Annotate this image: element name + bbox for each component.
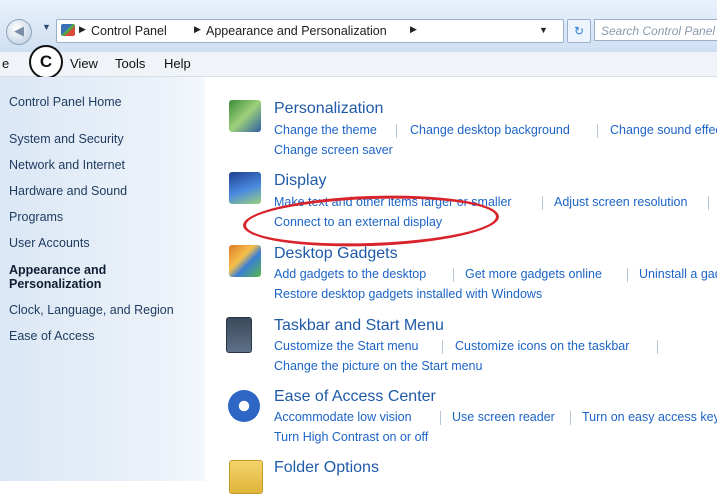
sidebar-active-label-line1: Appearance and xyxy=(9,263,107,277)
address-dropdown-icon[interactable]: ▼ xyxy=(539,25,548,35)
link-divider xyxy=(657,340,658,354)
main-content: Personalization Change the theme Change … xyxy=(206,77,717,494)
menu-bar: e View Tools Help xyxy=(0,52,717,77)
sidebar-item-appearance-personalization[interactable]: Appearance and Personalization xyxy=(9,263,106,291)
gadgets-icon xyxy=(229,245,261,277)
sidebar-item-ease-of-access[interactable]: Ease of Access xyxy=(9,329,94,343)
link-restore-gadgets[interactable]: Restore desktop gadgets installed with W… xyxy=(274,287,542,301)
link-change-desktop-background[interactable]: Change desktop background xyxy=(410,123,570,137)
category-title-desktop-gadgets[interactable]: Desktop Gadgets xyxy=(274,245,398,263)
sidebar: Control Panel Home System and Security N… xyxy=(0,77,205,481)
menu-view[interactable]: View xyxy=(70,56,98,71)
address-path-box[interactable]: ▶ Control Panel ▶ Appearance and Persona… xyxy=(56,19,564,43)
category-title-display[interactable]: Display xyxy=(274,172,326,190)
sidebar-item-system-security[interactable]: System and Security xyxy=(9,132,124,146)
link-customize-start-menu[interactable]: Customize the Start menu xyxy=(274,339,419,353)
sidebar-item-control-panel-home[interactable]: Control Panel Home xyxy=(9,95,122,109)
category-title-personalization[interactable]: Personalization xyxy=(274,100,383,118)
menu-tools[interactable]: Tools xyxy=(115,56,145,71)
personalization-icon xyxy=(229,100,261,132)
sidebar-active-label-line2: Personalization xyxy=(9,277,102,291)
link-use-screen-reader[interactable]: Use screen reader xyxy=(452,410,555,424)
link-divider xyxy=(396,124,397,138)
breadcrumb-separator-icon[interactable]: ▶ xyxy=(79,24,86,35)
address-bar: ◀ ▼ ▶ Control Panel ▶ Appearance and Per… xyxy=(0,0,717,53)
link-divider xyxy=(597,124,598,138)
back-button[interactable]: ◀ xyxy=(6,19,32,45)
folder-options-icon xyxy=(229,460,263,494)
link-divider xyxy=(453,268,454,282)
breadcrumb-separator-icon[interactable]: ▶ xyxy=(194,24,201,35)
link-turn-on-easy-access-keys[interactable]: Turn on easy access keys xyxy=(582,410,717,424)
link-divider xyxy=(570,411,571,425)
link-change-sound-effects[interactable]: Change sound effects xyxy=(610,123,717,137)
sidebar-item-network-internet[interactable]: Network and Internet xyxy=(9,158,125,172)
recent-pages-dropdown-icon[interactable]: ▼ xyxy=(42,22,51,32)
link-accommodate-low-vision[interactable]: Accommodate low vision xyxy=(274,410,412,424)
ease-of-access-icon xyxy=(228,390,260,422)
category-title-taskbar-start-menu[interactable]: Taskbar and Start Menu xyxy=(274,317,444,335)
category-title-ease-of-access-center[interactable]: Ease of Access Center xyxy=(274,388,436,406)
sidebar-item-user-accounts[interactable]: User Accounts xyxy=(9,236,90,250)
refresh-button[interactable]: ↻ xyxy=(567,19,591,43)
link-add-gadgets[interactable]: Add gadgets to the desktop xyxy=(274,267,426,281)
link-change-start-menu-picture[interactable]: Change the picture on the Start menu xyxy=(274,359,482,373)
link-divider xyxy=(708,196,709,210)
link-divider xyxy=(442,340,443,354)
sidebar-item-clock-language-region[interactable]: Clock, Language, and Region xyxy=(9,303,174,317)
link-divider xyxy=(440,411,441,425)
sidebar-item-hardware-sound[interactable]: Hardware and Sound xyxy=(9,184,127,198)
menu-help[interactable]: Help xyxy=(164,56,191,71)
breadcrumb-separator-icon[interactable]: ▶ xyxy=(410,24,417,35)
category-title-folder-options[interactable]: Folder Options xyxy=(274,459,379,477)
breadcrumb-appearance-personalization[interactable]: Appearance and Personalization xyxy=(206,24,387,38)
sidebar-item-programs[interactable]: Programs xyxy=(9,210,63,224)
link-customize-taskbar-icons[interactable]: Customize icons on the taskbar xyxy=(455,339,629,353)
display-icon xyxy=(229,172,261,204)
link-change-theme[interactable]: Change the theme xyxy=(274,123,377,137)
link-change-screen-saver[interactable]: Change screen saver xyxy=(274,143,393,157)
link-uninstall-gadget[interactable]: Uninstall a gadget xyxy=(639,267,717,281)
link-divider xyxy=(627,268,628,282)
link-turn-high-contrast[interactable]: Turn High Contrast on or off xyxy=(274,430,428,444)
menu-edit[interactable]: e xyxy=(2,56,9,71)
control-panel-icon xyxy=(61,24,75,36)
search-input[interactable]: Search Control Panel xyxy=(594,19,717,41)
callout-label: C xyxy=(29,45,63,79)
taskbar-icon xyxy=(226,317,252,353)
breadcrumb-control-panel[interactable]: Control Panel xyxy=(91,24,167,38)
link-divider xyxy=(542,196,543,210)
link-get-more-gadgets[interactable]: Get more gadgets online xyxy=(465,267,602,281)
back-arrow-icon: ◀ xyxy=(14,23,24,38)
link-adjust-screen-resolution[interactable]: Adjust screen resolution xyxy=(554,195,687,209)
refresh-icon: ↻ xyxy=(573,24,585,38)
